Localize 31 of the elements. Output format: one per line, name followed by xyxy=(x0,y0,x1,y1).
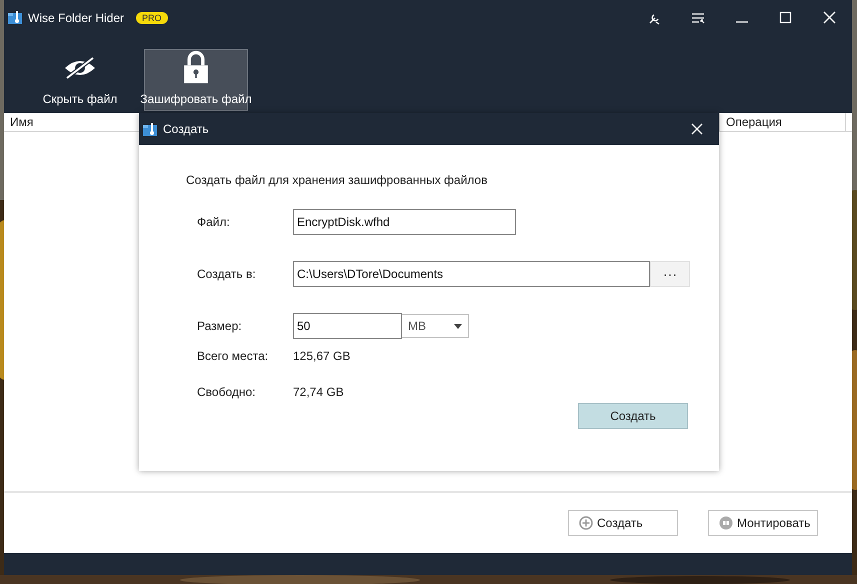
path-field[interactable]: C:\Users\DTore\Documents xyxy=(293,261,650,287)
window-title: Wise Folder Hider xyxy=(28,10,124,26)
minimize-icon xyxy=(736,21,748,23)
action-button[interactable]: Создать xyxy=(568,510,678,536)
field-label: Всего места: xyxy=(197,348,270,365)
pro-badge: PRO xyxy=(136,12,168,24)
field-label: Файл: xyxy=(197,214,231,231)
action-button[interactable]: Монтировать xyxy=(708,510,818,536)
text-field[interactable]: EncryptDisk.wfhd xyxy=(293,209,516,235)
dialog-title: Создать xyxy=(163,121,209,138)
field-label: Свободно: xyxy=(197,384,256,401)
info-value: 72,74 GB xyxy=(293,384,344,401)
hidden-eye-icon xyxy=(63,56,97,80)
maximize-icon xyxy=(779,10,793,24)
field-label: Создать в: xyxy=(197,266,257,283)
toolbar-button[interactable]: Скрыть файл xyxy=(28,49,132,111)
column-header: Имя xyxy=(9,114,34,131)
info-value: 125,67 GB xyxy=(293,348,350,365)
app-icon xyxy=(8,11,22,24)
field-label: Размер: xyxy=(197,318,243,335)
create-button[interactable]: Создать xyxy=(578,403,688,429)
browse-button[interactable]: ··· xyxy=(650,261,690,287)
close-icon xyxy=(823,10,837,24)
dialog-description: Создать файл для хранения зашифрованных файлов xyxy=(186,172,488,189)
menu-icon xyxy=(691,10,705,24)
plus-icon xyxy=(579,516,593,530)
unit-dropdown[interactable]: MB xyxy=(402,314,469,338)
close-icon xyxy=(691,123,703,135)
size-field[interactable]: 50 xyxy=(293,313,402,339)
app-icon xyxy=(143,122,157,136)
caret-icon xyxy=(454,324,462,328)
